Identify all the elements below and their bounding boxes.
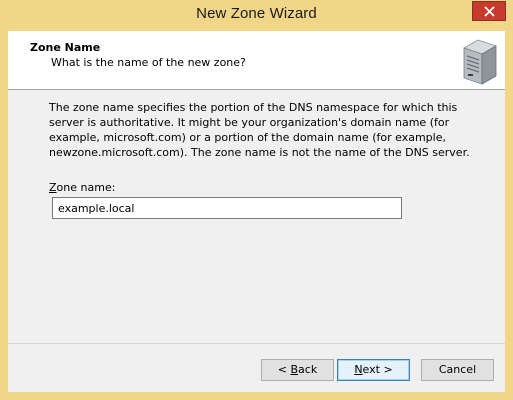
back-button[interactable]: < Back	[261, 359, 334, 381]
next-button-mnemonic: N	[354, 363, 363, 376]
next-button-label: ext >	[362, 363, 393, 376]
zone-name-input[interactable]	[52, 197, 402, 219]
zone-name-description: The zone name specifies the portion of t…	[49, 101, 470, 159]
zone-name-label: Zone name:	[49, 181, 115, 194]
window-title: New Zone Wizard	[196, 5, 317, 22]
server-icon	[463, 39, 497, 85]
wizard-window: New Zone Wizard Zone Name What is the na…	[0, 0, 513, 400]
page-subtitle: What is the name of the new zone?	[51, 56, 246, 69]
cancel-button[interactable]: Cancel	[421, 359, 494, 381]
back-button-label: ack	[298, 363, 318, 376]
wizard-client-area: Zone Name What is the name of the new zo…	[8, 31, 505, 392]
title-bar[interactable]: New Zone Wizard	[0, 0, 513, 31]
back-button-arrow: <	[277, 363, 291, 376]
wizard-header: Zone Name What is the name of the new zo…	[8, 31, 505, 90]
next-button[interactable]: Next >	[337, 359, 410, 381]
zone-name-mnemonic: Z	[49, 181, 57, 194]
back-button-mnemonic: B	[290, 363, 299, 376]
close-button[interactable]	[472, 1, 506, 21]
page-title: Zone Name	[30, 41, 101, 54]
close-icon	[484, 6, 495, 17]
zone-name-label-text: one name:	[56, 181, 116, 194]
footer-divider	[8, 343, 505, 344]
